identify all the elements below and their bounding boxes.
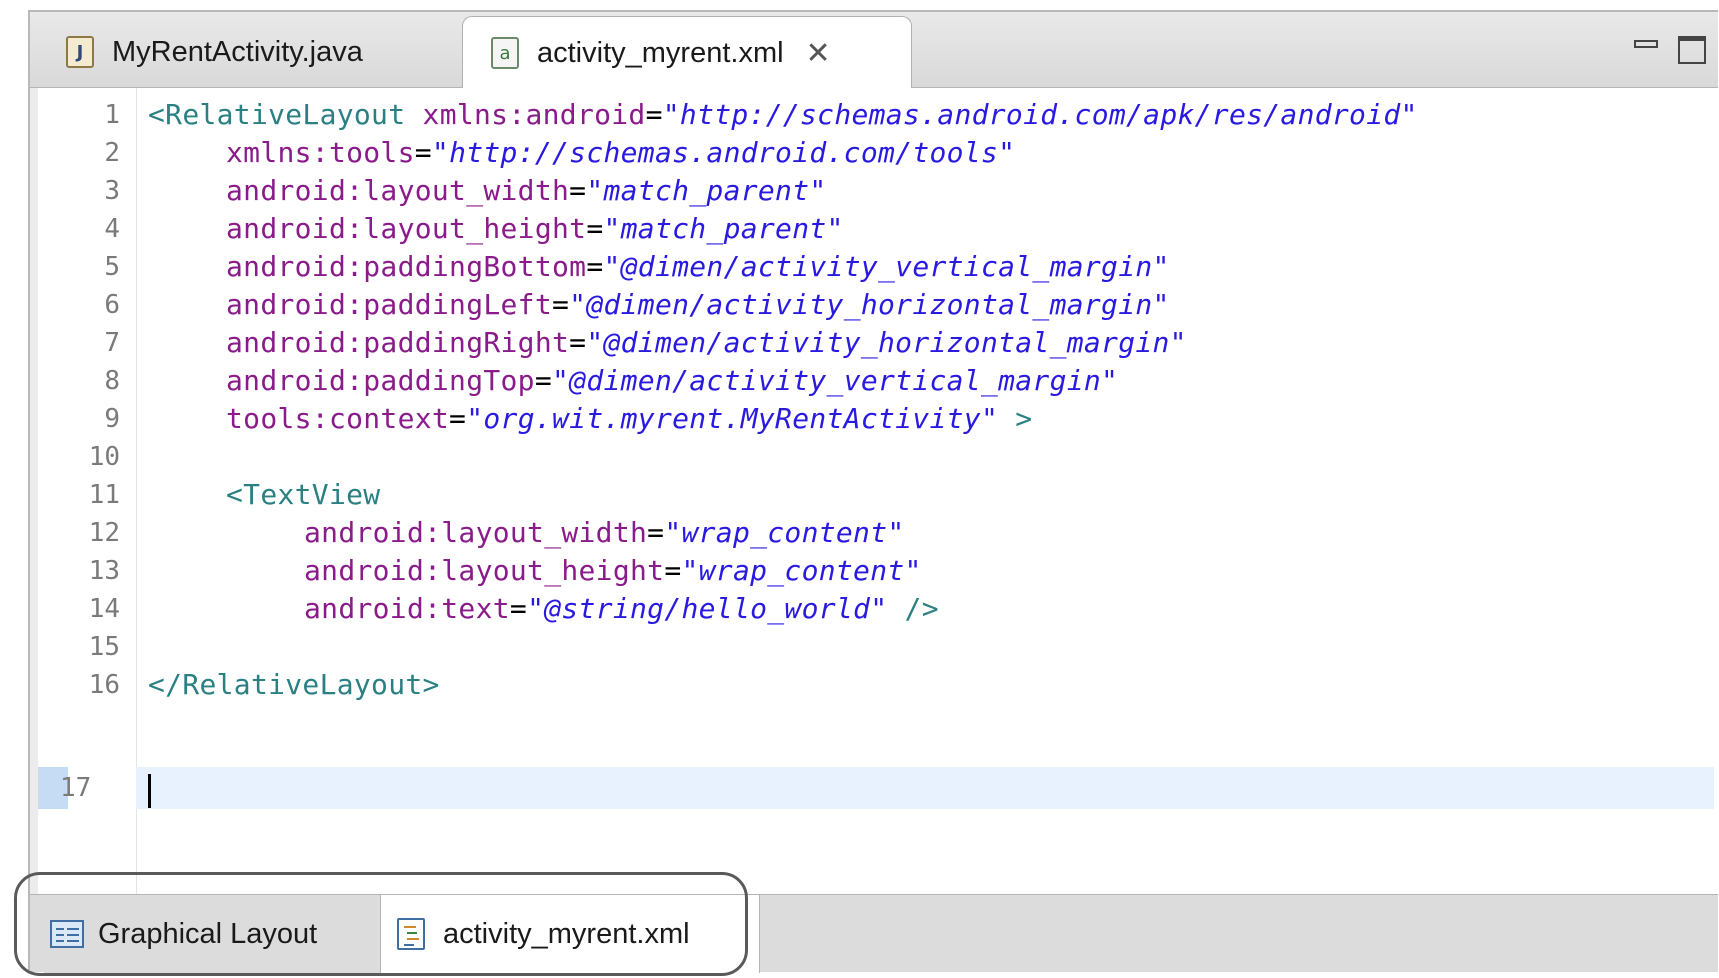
line-number: 15 [88,632,120,662]
line-number: 7 [104,328,120,358]
code-line-14: android:text="@string/hello_world" /> [304,592,939,625]
tab-label: activity_myrent.xml [537,36,784,69]
code-line-4: android:layout_height="match_parent" [226,212,844,245]
highlight-outline [14,872,748,976]
tab-myrentactivity-java[interactable]: J MyRentActivity.java [44,16,474,88]
line-number: 6 [104,290,120,320]
java-file-icon: J [66,36,94,68]
line-number: 14 [88,594,120,624]
code-line-5: android:paddingBottom="@dimen/activity_v… [226,250,1170,283]
close-tab-icon[interactable]: ✕ [806,36,831,71]
code-line-9: tools:context="org.wit.myrent.MyRentActi… [226,402,1033,435]
line-number: 2 [104,138,120,168]
text-caret [148,774,151,808]
minimize-icon[interactable] [1634,40,1658,48]
code-line-1: <RelativeLayout xmlns:android="http://sc… [148,98,1418,131]
line-number: 16 [88,670,120,700]
code-line-11: <TextView [226,478,381,511]
code-line-8: android:paddingTop="@dimen/activity_vert… [226,364,1119,397]
line-number: 10 [88,442,120,472]
line-number: 13 [88,556,120,586]
code-line-2: xmlns:tools="http://schemas.android.com/… [226,136,1016,169]
android-xml-file-icon: a [491,37,519,69]
editor-tab-bar: J MyRentActivity.java a activity_myrent.… [30,12,1718,89]
line-number: 4 [104,214,120,244]
code-line-16: </RelativeLayout> [148,668,440,701]
code-line-6: android:paddingLeft="@dimen/activity_hor… [226,288,1170,321]
line-number: 9 [104,404,120,434]
code-area[interactable]: <RelativeLayout xmlns:android="http://sc… [148,88,1718,894]
code-line-7: android:paddingRight="@dimen/activity_ho… [226,326,1187,359]
tab-label: MyRentActivity.java [112,35,363,68]
xml-editor[interactable]: 1 2 3 4 5 6 7 8 9 10 11 12 13 14 15 16 1… [30,88,1718,894]
line-number: 5 [104,252,120,282]
code-line-12: android:layout_width="wrap_content" [304,516,905,549]
line-number: 12 [88,518,120,548]
code-line-13: android:layout_height="wrap_content" [304,554,922,587]
line-number: 8 [104,366,120,396]
code-line-3: android:layout_width="match_parent" [226,174,827,207]
line-number: 1 [104,100,120,130]
line-number: 11 [88,480,120,510]
tab-activity-myrent-xml[interactable]: a activity_myrent.xml ✕ [462,16,912,89]
overview-ruler [30,88,38,894]
line-number: 3 [104,176,120,206]
line-number: 17 [60,773,92,803]
maximize-icon[interactable] [1678,36,1706,64]
editor-window: J MyRentActivity.java a activity_myrent.… [28,10,1718,973]
